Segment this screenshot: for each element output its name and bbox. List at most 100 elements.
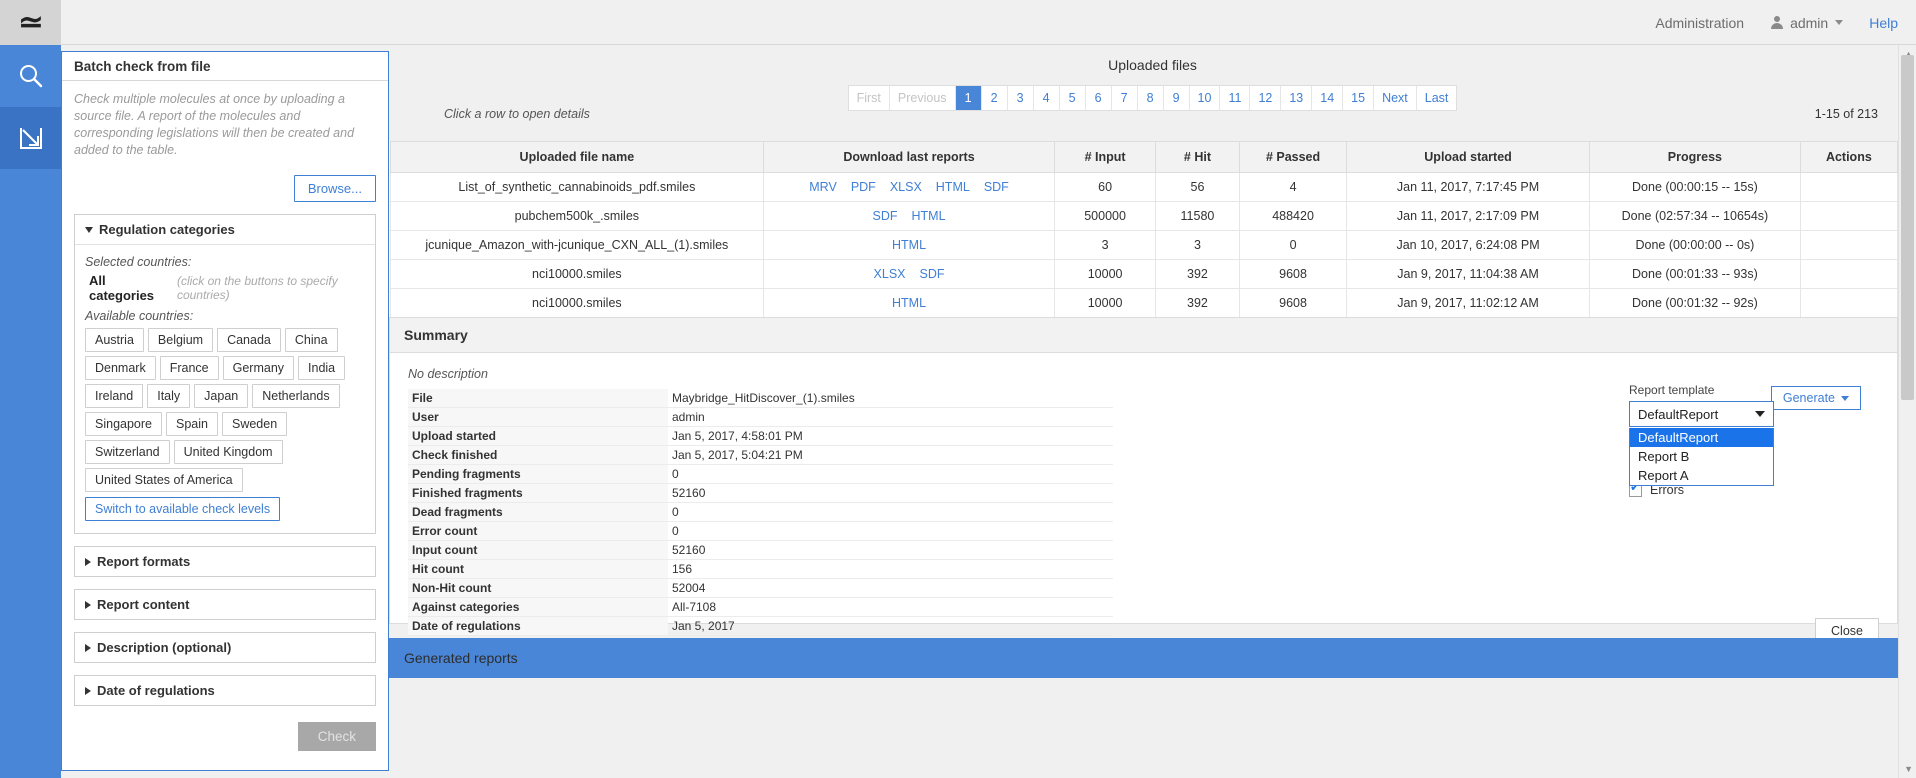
country-chip[interactable]: China <box>285 328 338 352</box>
pagination-page-1[interactable]: 1 <box>956 86 982 110</box>
browse-button[interactable]: Browse... <box>294 175 376 202</box>
table-row[interactable]: nci10000.smilesXLSXSDF100003929608Jan 9,… <box>391 260 1898 289</box>
pagination-page-9[interactable]: 9 <box>1164 86 1190 110</box>
pagination-page-10[interactable]: 10 <box>1190 86 1221 110</box>
column-header[interactable]: Actions <box>1800 142 1897 173</box>
click-row-hint: Click a row to open details <box>444 107 590 121</box>
pagination-next[interactable]: Next <box>1374 86 1417 110</box>
country-chip[interactable]: India <box>298 356 345 380</box>
column-header[interactable]: Upload started <box>1347 142 1590 173</box>
summary-field-value: 156 <box>668 560 1113 579</box>
all-categories-value[interactable]: All categories <box>89 273 163 303</box>
pagination-page-15[interactable]: 15 <box>1343 86 1374 110</box>
country-chip[interactable]: Switzerland <box>85 440 170 464</box>
column-header[interactable]: Progress <box>1590 142 1801 173</box>
download-link[interactable]: SDF <box>984 180 1009 194</box>
country-chip[interactable]: Italy <box>147 384 190 408</box>
accordion-title: Description (optional) <box>97 640 231 655</box>
scrollbar-thumb[interactable] <box>1901 55 1914 400</box>
accordion-header[interactable]: Description (optional) <box>75 633 375 662</box>
vertical-scrollbar[interactable]: ▲ ▼ <box>1898 45 1916 778</box>
country-chip[interactable]: Sweden <box>222 412 287 436</box>
column-header[interactable]: # Passed <box>1240 142 1347 173</box>
column-header[interactable]: Uploaded file name <box>391 142 764 173</box>
column-header[interactable]: # Hit <box>1155 142 1239 173</box>
download-link[interactable]: HTML <box>912 209 946 223</box>
pagination-page-6[interactable]: 6 <box>1086 86 1112 110</box>
help-link[interactable]: Help <box>1869 15 1898 31</box>
rail-item-search[interactable] <box>0 45 61 107</box>
report-template-option[interactable]: DefaultReport <box>1630 428 1773 447</box>
accordion-description-optional: Description (optional) <box>74 632 376 663</box>
cell-upload-started: Jan 11, 2017, 2:17:09 PM <box>1347 202 1590 231</box>
column-header[interactable]: Download last reports <box>763 142 1055 173</box>
download-link[interactable]: SDF <box>873 209 898 223</box>
country-chip[interactable]: United Kingdom <box>174 440 283 464</box>
report-template-option[interactable]: Report A <box>1630 466 1773 485</box>
download-link[interactable]: XLSX <box>874 267 906 281</box>
chevron-down-icon <box>1755 411 1765 417</box>
table-row[interactable]: jcunique_Amazon_with-jcunique_CXN_ALL_(1… <box>391 231 1898 260</box>
pagination-page-12[interactable]: 12 <box>1250 86 1281 110</box>
pagination-page-14[interactable]: 14 <box>1312 86 1343 110</box>
accordion-header[interactable]: Date of regulations <box>75 676 375 705</box>
user-menu[interactable]: admin <box>1770 15 1843 31</box>
cell-hit: 11580 <box>1155 202 1239 231</box>
pagination-page-5[interactable]: 5 <box>1060 86 1086 110</box>
download-link[interactable]: HTML <box>892 296 926 310</box>
download-link[interactable]: HTML <box>892 238 926 252</box>
summary-body: No description FileMaybridge_HitDiscover… <box>390 353 1897 658</box>
cell-upload-started: Jan 11, 2017, 7:17:45 PM <box>1347 173 1590 202</box>
pagination-page-8[interactable]: 8 <box>1138 86 1164 110</box>
report-template-select[interactable]: DefaultReport DefaultReportReport BRepor… <box>1629 401 1774 427</box>
pagination-page-2[interactable]: 2 <box>982 86 1008 110</box>
pagination-page-3[interactable]: 3 <box>1008 86 1034 110</box>
summary-header: Summary <box>390 318 1897 353</box>
pagination-last[interactable]: Last <box>1417 86 1457 110</box>
country-chip[interactable]: Spain <box>166 412 218 436</box>
download-link[interactable]: MRV <box>809 180 837 194</box>
table-row[interactable]: pubchem500k_.smilesSDFHTML50000011580488… <box>391 202 1898 231</box>
check-button[interactable]: Check <box>298 722 376 751</box>
country-chip[interactable]: Denmark <box>85 356 156 380</box>
cell-actions[interactable] <box>1800 173 1897 202</box>
country-chip[interactable]: Belgium <box>148 328 213 352</box>
country-chip[interactable]: Canada <box>217 328 281 352</box>
app-logo[interactable]: ≃ <box>0 0 61 45</box>
cell-actions[interactable] <box>1800 231 1897 260</box>
accordion-date-of-regulations: Date of regulations <box>74 675 376 706</box>
download-link[interactable]: XLSX <box>890 180 922 194</box>
download-link[interactable]: SDF <box>920 267 945 281</box>
pagination-page-13[interactable]: 13 <box>1281 86 1312 110</box>
country-chip[interactable]: France <box>160 356 219 380</box>
download-link[interactable]: PDF <box>851 180 876 194</box>
column-header[interactable]: # Input <box>1055 142 1155 173</box>
report-template-option[interactable]: Report B <box>1630 447 1773 466</box>
country-chip[interactable]: Netherlands <box>252 384 339 408</box>
administration-link[interactable]: Administration <box>1655 15 1744 31</box>
accordion-header[interactable]: Report content <box>75 590 375 619</box>
rail-item-import[interactable] <box>0 107 61 169</box>
table-row[interactable]: nci10000.smilesHTML100003929608Jan 9, 20… <box>391 289 1898 318</box>
country-chip[interactable]: Ireland <box>85 384 143 408</box>
pagination-page-4[interactable]: 4 <box>1034 86 1060 110</box>
accordion-header[interactable]: Report formats <box>75 547 375 576</box>
download-link[interactable]: HTML <box>936 180 970 194</box>
country-chip[interactable]: Austria <box>85 328 144 352</box>
switch-check-levels-button[interactable]: Switch to available check levels <box>85 497 280 521</box>
country-chip[interactable]: Japan <box>194 384 248 408</box>
country-chip[interactable]: Singapore <box>85 412 162 436</box>
country-chip[interactable]: Germany <box>223 356 294 380</box>
country-chip[interactable]: United States of America <box>85 468 243 492</box>
pagination-page-7[interactable]: 7 <box>1112 86 1138 110</box>
generated-reports-header[interactable]: Generated reports <box>389 638 1898 678</box>
scroll-down-icon[interactable]: ▼ <box>1904 764 1913 774</box>
cell-file-name: pubchem500k_.smiles <box>391 202 764 231</box>
pagination-page-11[interactable]: 11 <box>1220 86 1250 110</box>
cell-actions[interactable] <box>1800 260 1897 289</box>
generate-button[interactable]: Generate <box>1771 386 1861 410</box>
table-row[interactable]: List_of_synthetic_cannabinoids_pdf.smile… <box>391 173 1898 202</box>
cell-actions[interactable] <box>1800 289 1897 318</box>
accordion-header-regulation-categories[interactable]: Regulation categories <box>75 215 375 245</box>
cell-actions[interactable] <box>1800 202 1897 231</box>
